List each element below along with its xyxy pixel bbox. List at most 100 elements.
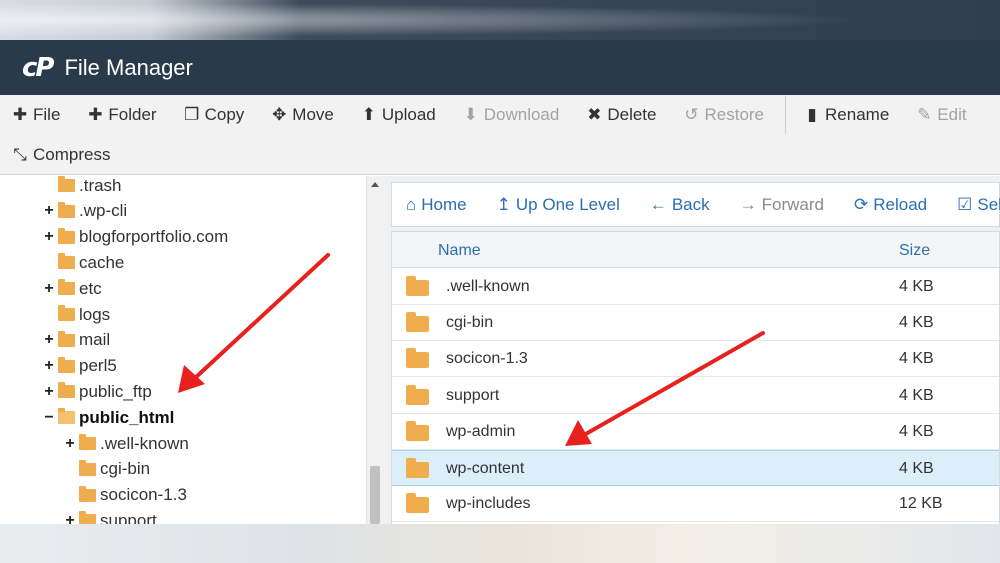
back-arrow-icon: ←: [649, 194, 667, 214]
column-header-name[interactable]: Name: [438, 242, 481, 260]
folder-icon: [58, 279, 75, 296]
move-button[interactable]: ✥ Move: [259, 95, 349, 135]
folder-button[interactable]: ✚ Folder: [75, 95, 171, 135]
table-row[interactable]: socicon-1.3 4 KB: [392, 341, 999, 378]
tree-item-label: etc: [79, 278, 102, 298]
delete-button[interactable]: ✖ Delete: [574, 95, 671, 135]
tree-item[interactable]: + perl5: [42, 354, 117, 379]
scrollbar-thumb[interactable]: [370, 466, 380, 524]
expand-icon[interactable]: +: [42, 280, 56, 298]
tree-item-label: perl5: [79, 356, 117, 376]
nav-sele-button[interactable]: ☑Sele: [957, 195, 1000, 215]
expand-icon[interactable]: +: [63, 512, 77, 524]
tree-item[interactable]: + .wp-cli: [42, 199, 127, 224]
tree-item[interactable]: − public_html: [42, 405, 174, 430]
tree-item-label: blogforportfolio.com: [79, 227, 229, 247]
toolbar-row-1: ✚ File ✚ Folder ❐ Copy ✥ Move ⬆ Upload ⬇ Download ✖ D…: [0, 95, 982, 135]
expand-icon[interactable]: +: [42, 331, 56, 349]
toolbar-button-label: Rename: [825, 105, 890, 124]
move-icon: ✥: [272, 105, 287, 124]
rename-button[interactable]: ▮ Rename: [792, 95, 904, 135]
file-size: 4 KB: [899, 278, 934, 295]
rename-icon: ▮: [807, 105, 817, 124]
table-row[interactable]: cgi-bin 4 KB: [392, 305, 999, 342]
folder-icon: [406, 458, 429, 478]
tree-item[interactable]: + blogforportfolio.com: [42, 225, 228, 250]
nav-button-label: Forward: [761, 194, 824, 214]
nav-button-label: Home: [421, 194, 467, 214]
toolbar-row-2: ⤡ Compress: [0, 135, 125, 175]
tree-item-label: logs: [79, 304, 111, 324]
tree-item[interactable]: logs: [42, 302, 110, 327]
expand-icon[interactable]: +: [42, 357, 56, 375]
nav-button-label: Sele: [977, 194, 1000, 214]
folder-open-icon: [58, 408, 75, 425]
tree-item[interactable]: cgi-bin: [63, 457, 150, 482]
file-list-header: Name Size: [392, 232, 999, 268]
file-size: 12 KB: [899, 495, 943, 513]
directory-tree: .trash + .wp-cli + blogforportfolio.com cache…: [0, 176, 366, 524]
tree-item-label: .wp-cli: [79, 201, 128, 221]
folder-icon: [58, 305, 75, 321]
folder-icon: [79, 459, 96, 476]
tree-item-label: mail: [79, 330, 111, 350]
restore-icon: ↺: [684, 105, 699, 124]
column-header-size[interactable]: Size: [899, 242, 930, 260]
nav-up-one-level-button[interactable]: ↥ Up One Level: [497, 195, 620, 215]
file-name: wp-admin: [446, 422, 516, 440]
folder-icon: [79, 511, 96, 524]
restore-button[interactable]: ↺ Restore: [671, 95, 779, 135]
folder-icon: [406, 420, 429, 441]
nav-reload-button[interactable]: ⟳ Reload: [854, 195, 927, 215]
tree-item-label: cgi-bin: [100, 459, 151, 479]
table-row[interactable]: wp-content 4 KB: [392, 450, 999, 486]
tree-item[interactable]: cache: [42, 250, 124, 275]
edit-button[interactable]: ✎ Edit: [904, 95, 981, 135]
tree-item[interactable]: + support: [63, 508, 157, 524]
collapse-icon[interactable]: −: [42, 409, 56, 427]
folder-icon: [58, 227, 75, 244]
folder-icon: [79, 485, 96, 502]
file-size: 4 KB: [899, 460, 934, 477]
file-name: .well-known: [446, 278, 530, 295]
cpanel-logo: cP: [22, 52, 55, 83]
download-icon: ⬇: [463, 105, 478, 124]
tree-item[interactable]: + public_ftp: [42, 379, 151, 404]
nav-home-button[interactable]: ⌂ Home: [406, 195, 467, 215]
table-row[interactable]: wp-includes 12 KB: [392, 486, 999, 523]
file-name: socicon-1.3: [446, 350, 528, 368]
download-button[interactable]: ⬇ Download: [451, 95, 575, 135]
file-button[interactable]: ✚ File: [0, 95, 75, 135]
tree-item[interactable]: + etc: [42, 276, 102, 301]
folder-icon: [58, 382, 75, 399]
expand-icon[interactable]: +: [63, 435, 77, 453]
copy-button[interactable]: ❐ Copy: [172, 95, 260, 135]
table-row[interactable]: support 4 KB: [392, 377, 999, 414]
tree-item[interactable]: .trash: [42, 176, 122, 198]
tree-item[interactable]: + .well-known: [63, 431, 188, 456]
upload-button[interactable]: ⬆ Upload: [349, 95, 451, 135]
app-header: cP File Manager: [0, 40, 1000, 95]
toolbar-button-label: Copy: [204, 105, 245, 124]
copy-icon: ❐: [183, 105, 200, 124]
file-list-panel: ⌂ Home ↥ Up One Level ← Back → Forward ⟳ Reload ☑ S…: [383, 176, 1000, 524]
folder-icon: [406, 348, 429, 369]
nav-back-button[interactable]: ← Back: [650, 195, 710, 215]
compress-button[interactable]: ⤡ Compress: [0, 135, 125, 175]
file-name: support: [446, 386, 500, 404]
table-row[interactable]: wp-admin 4 KB: [392, 413, 999, 450]
toolbar-separator: [785, 96, 787, 134]
expand-icon[interactable]: +: [42, 228, 56, 246]
tree-item[interactable]: + mail: [42, 328, 110, 353]
folder-icon: [58, 176, 75, 192]
table-row[interactable]: .well-known 4 KB: [392, 269, 999, 305]
nav-forward-button[interactable]: → Forward: [740, 195, 824, 215]
expand-icon[interactable]: +: [42, 202, 56, 220]
tree-item-label: support: [100, 510, 157, 524]
tree-item[interactable]: socicon-1.3: [63, 483, 187, 508]
tree-item-label: cache: [79, 252, 125, 272]
file-name: wp-content: [446, 460, 525, 477]
scroll-up-arrow-icon[interactable]: [371, 182, 379, 187]
expand-icon[interactable]: +: [42, 383, 56, 401]
tree-scrollbar[interactable]: [366, 176, 383, 524]
